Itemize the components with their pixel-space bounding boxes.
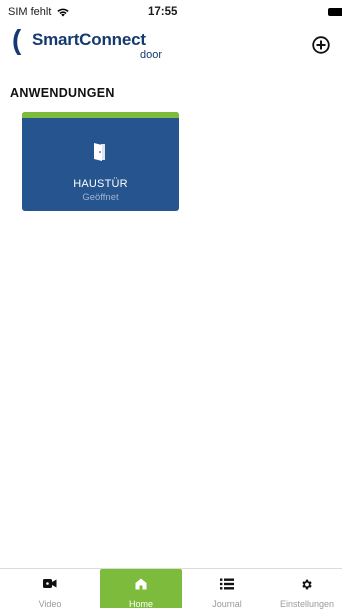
door-open-icon — [94, 143, 105, 161]
bottom-nav: Video Home Journal Einstellungen — [0, 568, 342, 609]
wifi-icon — [57, 8, 70, 17]
nav-item-journal[interactable]: Journal — [182, 569, 272, 609]
list-icon — [220, 578, 234, 590]
gear-icon — [302, 579, 312, 590]
status-bar: SIM fehlt 17:55 — [0, 0, 342, 24]
video-camera-icon — [43, 579, 57, 588]
section-title: ANWENDUNGEN — [10, 86, 115, 100]
nav-item-home[interactable]: Home — [100, 569, 182, 609]
plus-circle-icon[interactable] — [312, 36, 330, 54]
home-icon — [135, 578, 147, 590]
status-time: 17:55 — [148, 6, 178, 18]
battery-icon — [328, 8, 342, 16]
carrier-label: SIM fehlt — [8, 6, 52, 18]
status-left: SIM fehlt — [8, 6, 70, 18]
app-header: ( SmartConnect door — [0, 24, 342, 64]
tile-status: Geöffnet — [82, 192, 119, 203]
logo-text: SmartConnect — [32, 30, 146, 49]
app-tile-haustuer[interactable]: HAUSTÜR Geöffnet — [22, 112, 179, 211]
nav-label-einstellungen: Einstellungen — [279, 599, 335, 609]
tile-accent-bar — [22, 112, 179, 118]
logo-bracket: ( — [12, 24, 22, 55]
nav-label-video: Video — [38, 599, 62, 609]
nav-item-einstellungen[interactable]: Einstellungen — [272, 569, 342, 609]
nav-label-journal: Journal — [212, 599, 242, 609]
logo-subtext: door — [140, 49, 163, 61]
tile-name: HAUSTÜR — [73, 178, 128, 190]
nav-item-video[interactable]: Video — [0, 569, 100, 609]
nav-label-home: Home — [128, 599, 153, 609]
app-logo: ( SmartConnect door — [12, 26, 182, 62]
